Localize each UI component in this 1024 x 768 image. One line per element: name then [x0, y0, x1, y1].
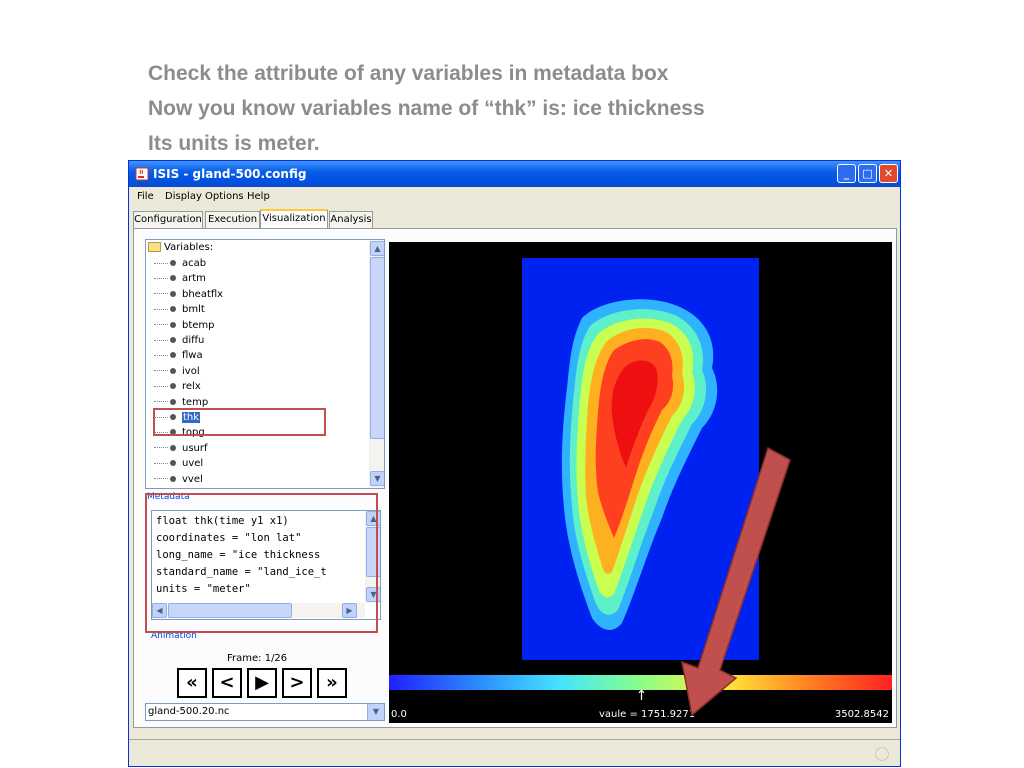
visualization-canvas[interactable]: 0.0 vaule = 1751.9271 ↑ 3502.8542: [389, 242, 892, 723]
menu-file[interactable]: File: [137, 191, 154, 202]
tree-item-label: usurf: [182, 442, 208, 454]
title-bar[interactable]: ISIS - gland-500.config _ □ ✕: [129, 161, 900, 187]
thk-callout-box: [153, 408, 326, 436]
tree-item-label: uvel: [182, 458, 204, 470]
last-frame-button[interactable]: »: [317, 668, 347, 698]
menu-display-options[interactable]: Display Options: [165, 191, 244, 202]
tree-item-label: bheatflx: [182, 288, 224, 300]
minimize-button[interactable]: _: [837, 164, 856, 183]
tree-root[interactable]: Variables:: [148, 242, 213, 253]
tree-item-label: acab: [182, 258, 207, 269]
colorbar-min-label: 0.0: [391, 709, 407, 720]
chevron-down-icon[interactable]: ▼: [367, 704, 384, 720]
tree-connector: [154, 462, 168, 464]
caption-line-1: Check the attribute of any variables in …: [148, 62, 669, 85]
tree-item-acab[interactable]: acab: [154, 256, 206, 271]
folder-icon: [148, 242, 161, 252]
leaf-bullet-icon: [170, 337, 176, 343]
tree-item-artm[interactable]: artm: [154, 271, 206, 286]
status-separator: [129, 739, 900, 740]
maximize-button[interactable]: □: [858, 164, 877, 183]
tab-analysis[interactable]: Analysis: [329, 211, 373, 228]
tree-connector: [154, 401, 168, 403]
tree-connector: [154, 478, 168, 480]
tree-item-vvel[interactable]: vvel: [154, 472, 203, 487]
colorbar-marker: ↑: [635, 688, 648, 704]
status-indicator-icon: [875, 747, 889, 761]
tree-connector: [154, 354, 168, 356]
tree-item-flwa[interactable]: flwa: [154, 348, 203, 363]
tree-item-btemp[interactable]: btemp: [154, 318, 215, 333]
tree-connector: [154, 447, 168, 449]
left-panel: Variables: acab artm bheatflx bmlt btemp diff…: [145, 239, 389, 721]
leaf-bullet-icon: [170, 306, 176, 313]
frame-counter: Frame: 1/26: [227, 653, 288, 664]
leaf-bullet-icon: [170, 290, 176, 297]
tree-item-bmlt[interactable]: bmlt: [154, 302, 205, 317]
file-select-value: gland-500.20.nc: [148, 706, 230, 717]
menu-help[interactable]: Help: [247, 191, 270, 202]
tab-visualization[interactable]: Visualization: [260, 209, 328, 229]
tree-connector: [154, 293, 168, 295]
tree-item-label: artm: [182, 273, 206, 285]
tree-connector: [154, 262, 168, 264]
variables-tree: Variables: acab artm bheatflx bmlt btemp diff…: [145, 239, 385, 489]
file-select[interactable]: gland-500.20.nc ▼: [145, 703, 385, 721]
window-title: ISIS - gland-500.config: [153, 167, 307, 181]
leaf-bullet-icon: [170, 352, 176, 359]
java-cup-icon: [135, 167, 149, 181]
tree-item-uvel[interactable]: uvel: [154, 456, 203, 471]
tree-scrollbar[interactable]: ▲ ▼: [369, 240, 384, 488]
tree-scroll-thumb[interactable]: [370, 257, 384, 439]
slide-caption: Check the attribute of any variables in …: [148, 56, 705, 161]
tree-connector: [154, 385, 168, 387]
caption-line-3: Its units is meter.: [148, 132, 320, 155]
leaf-bullet-icon: [170, 321, 176, 328]
colorbar-max-label: 3502.8542: [834, 709, 889, 720]
callout-arrow: [681, 446, 791, 717]
play-button[interactable]: ▶: [247, 668, 277, 698]
metadata-callout-box: [145, 493, 378, 633]
tree-item-bheatflx[interactable]: bheatflx: [154, 287, 223, 302]
tree-item-label: vvel: [182, 473, 203, 485]
tree-item-label: ivol: [182, 365, 200, 377]
chevron-down-icon[interactable]: ▼: [370, 471, 384, 486]
tree-item-label: diffu: [182, 335, 205, 346]
chevron-up-icon[interactable]: ▲: [370, 241, 384, 256]
menu-bar: File Display Options Help: [129, 187, 900, 207]
first-frame-button[interactable]: «: [177, 668, 207, 698]
tree-connector: [154, 370, 168, 372]
leaf-bullet-icon: [170, 260, 176, 266]
tree-item-label: bmlt: [182, 304, 205, 316]
tree-item-label: flwa: [182, 350, 203, 362]
tab-configuration[interactable]: Configuration: [133, 211, 203, 228]
leaf-bullet-icon: [170, 398, 176, 405]
caption-line-2: Now you know variables name of “thk” is:…: [148, 97, 705, 120]
tree-connector: [154, 324, 168, 326]
tree-item-usurf[interactable]: usurf: [154, 441, 208, 456]
leaf-bullet-icon: [170, 444, 176, 451]
prev-frame-button[interactable]: <: [212, 668, 242, 698]
leaf-bullet-icon: [170, 475, 176, 482]
tree-connector: [154, 339, 168, 341]
close-button[interactable]: ✕: [879, 164, 898, 183]
tree-item-diffu[interactable]: diffu: [154, 333, 204, 348]
leaf-bullet-icon: [170, 367, 176, 374]
tree-item-label: temp: [182, 396, 209, 408]
tree-root-label: Variables:: [164, 242, 214, 253]
tree-item-relx[interactable]: relx: [154, 379, 201, 394]
leaf-bullet-icon: [170, 460, 176, 467]
tree-connector: [154, 308, 168, 310]
tree-item-ivol[interactable]: ivol: [154, 364, 200, 379]
leaf-bullet-icon: [170, 383, 176, 390]
tab-execution[interactable]: Execution: [205, 211, 260, 228]
next-frame-button[interactable]: >: [282, 668, 312, 698]
leaf-bullet-icon: [170, 275, 176, 282]
tree-connector: [154, 277, 168, 279]
tree-item-label: relx: [182, 381, 201, 393]
tree-item-label: btemp: [182, 319, 215, 331]
